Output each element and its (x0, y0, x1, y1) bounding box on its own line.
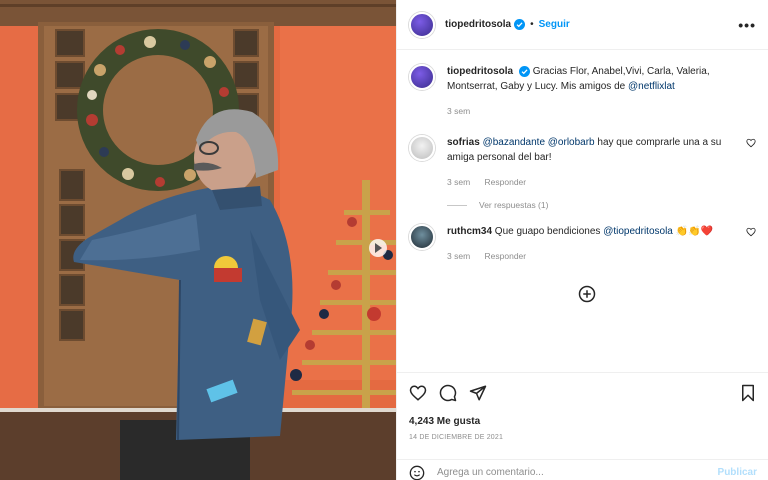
comment-input[interactable] (437, 467, 718, 478)
replies-line (447, 204, 467, 206)
author-avatar[interactable] (409, 11, 435, 38)
comment-mention[interactable]: @tiopedritosola (603, 226, 673, 237)
comment-mention[interactable]: @bazandante (483, 137, 545, 148)
separator-dot: • (530, 19, 534, 30)
author-avatar-caption[interactable] (409, 64, 435, 90)
comment-item: ruthcm34 Que guapo bendiciones @tiopedri… (409, 224, 756, 264)
add-comment-bar: Publicar (397, 459, 768, 480)
post-sidebar: tiopedritosola • Seguir ••• tiopedritoso… (396, 0, 768, 480)
author-username[interactable]: tiopedritosola (445, 19, 511, 30)
caption-time[interactable]: 3 sem (447, 106, 470, 116)
view-replies-button[interactable]: Ver respuestas (1) (447, 200, 756, 210)
more-options-icon[interactable]: ••• (738, 17, 756, 33)
reply-button[interactable]: Responder (485, 177, 527, 187)
caption-mention[interactable]: @netflixlat (628, 81, 675, 92)
commenter-username[interactable]: ruthcm34 (447, 226, 492, 237)
likes-count[interactable]: 4,243 Me gusta (409, 416, 757, 427)
verified-badge-icon (518, 65, 530, 77)
commenter-username[interactable]: sofrias (447, 137, 480, 148)
post-actions: 4,243 Me gusta 14 DE DICIEMBRE DE 2021 P… (397, 372, 768, 480)
post-image (0, 0, 396, 480)
comment-emoji: 👏👏❤️ (672, 226, 713, 237)
post-date: 14 DE DICIEMBRE DE 2021 (409, 434, 504, 441)
caption: tiopedritosola Gracias Flor, Anabel,Vivi… (409, 64, 756, 119)
like-comment-heart-icon[interactable] (746, 138, 756, 148)
bookmark-icon[interactable] (739, 384, 757, 402)
post-header: tiopedritosola • Seguir ••• (397, 0, 768, 50)
comment-text: Que guapo bendiciones (492, 226, 604, 237)
reply-button[interactable]: Responder (485, 251, 527, 261)
publish-button[interactable]: Publicar (718, 467, 757, 478)
follow-button[interactable]: Seguir (539, 19, 570, 30)
view-replies-label: Ver respuestas (1) (479, 200, 549, 210)
verified-badge-icon (514, 19, 526, 30)
emoji-icon[interactable] (409, 465, 425, 480)
comments-list: tiopedritosola Gracias Flor, Anabel,Vivi… (397, 50, 768, 264)
heart-icon[interactable] (409, 384, 427, 402)
comment-mention[interactable]: @orlobarb (548, 137, 595, 148)
commenter-avatar[interactable] (409, 135, 435, 161)
comment-time[interactable]: 3 sem (447, 251, 470, 261)
comment-icon[interactable] (439, 384, 457, 402)
add-circle-icon[interactable] (578, 285, 596, 303)
caption-username[interactable]: tiopedritosola (447, 66, 513, 77)
comment-time[interactable]: 3 sem (447, 177, 470, 187)
post-photo[interactable] (0, 0, 396, 480)
like-comment-heart-icon[interactable] (746, 227, 756, 237)
share-icon[interactable] (469, 384, 487, 402)
comment-item: sofrias @bazandante @orlobarb hay que co… (409, 135, 756, 190)
commenter-avatar[interactable] (409, 224, 435, 250)
